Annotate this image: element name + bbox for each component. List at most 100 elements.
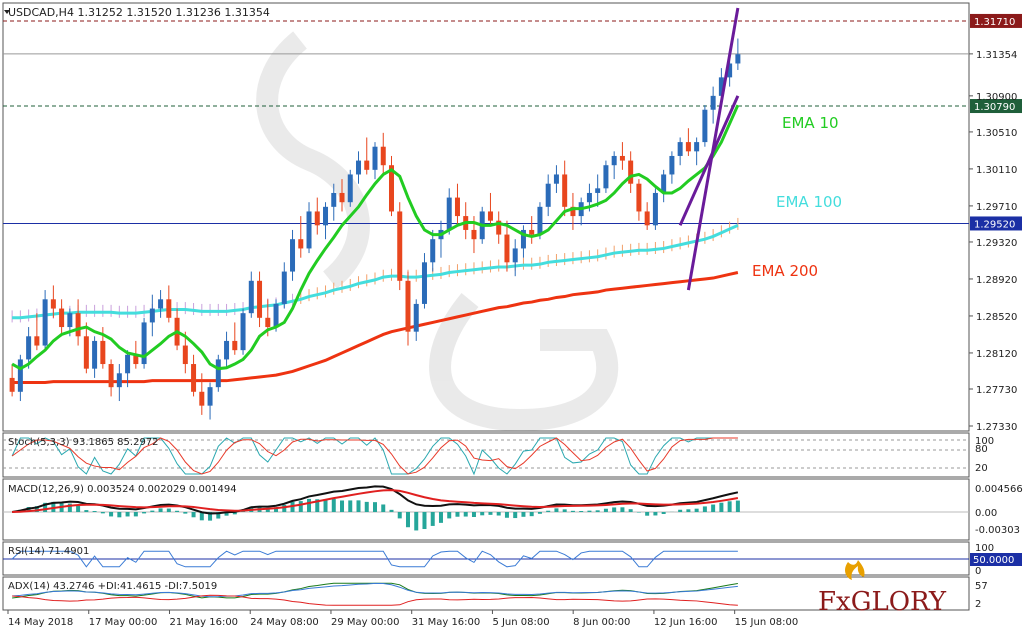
macd-histogram-bar (348, 500, 353, 512)
macd-histogram-bar (471, 512, 476, 517)
candle-body (248, 280, 254, 314)
macd-histogram-bar (298, 501, 303, 512)
macd-histogram-bar (529, 512, 534, 517)
rsi-header: RSI(14) 71.4901 (8, 546, 89, 557)
macd-histogram-bar (117, 512, 122, 518)
x-tick-label-0: 14 May 2018 (8, 617, 73, 628)
macd-histogram-bar (488, 512, 493, 515)
stoch-header: Stoch(5,3,3) 93.1865 85.2972 (8, 437, 159, 448)
x-tick-label-2: 21 May 16:00 (169, 617, 238, 628)
candle-body (199, 391, 205, 406)
macd-histogram-bar (504, 512, 509, 518)
candle-body (487, 211, 493, 221)
candle-body (108, 364, 114, 388)
main-panel (2, 2, 970, 432)
macd-histogram-bar (150, 510, 155, 512)
candle (397, 202, 403, 291)
macd-histogram-bar (430, 512, 435, 526)
macd-histogram-bar (381, 504, 386, 512)
candle-body (100, 340, 106, 365)
candle-body (92, 340, 98, 369)
macd-axis-zero: 0.00 (975, 508, 997, 519)
macd-histogram-bar (636, 512, 641, 513)
macd-histogram-bar (628, 509, 633, 512)
x-tick-label-8: 12 Jun 16:00 (654, 617, 718, 628)
candle-body (257, 280, 263, 318)
macd-histogram-bar (183, 512, 188, 514)
candle-body (331, 192, 337, 207)
candle-body (562, 174, 568, 207)
rsi-axis-0: 0 (975, 566, 981, 577)
macd-histogram-bar (480, 512, 485, 516)
price-tick-label-1: 1.31354 (976, 50, 1017, 61)
candle-body (611, 155, 617, 166)
chart-header: USDCAD,H4 1.31252 1.31520 1.31236 1.3135… (8, 6, 270, 19)
macd-header: MACD(12,26,9) 0.003524 0.002029 0.001494 (8, 484, 237, 495)
candle-body (619, 155, 625, 161)
macd-histogram-bar (125, 512, 130, 517)
macd-histogram-bar (373, 502, 377, 512)
candle (141, 317, 147, 369)
macd-histogram-bar (364, 501, 369, 512)
candle-body (413, 303, 419, 332)
macd-histogram-bar (702, 506, 707, 512)
candle-body (421, 262, 427, 304)
macd-histogram-bar (521, 512, 526, 517)
candle-body (644, 211, 650, 226)
chart-svg: USDCAD,H4 1.31252 1.31520 1.31236 1.3135… (2, 2, 1023, 628)
logo-text: FxGLORY (818, 587, 947, 617)
price-tick-label-5: 1.30110 (976, 165, 1017, 176)
macd-histogram-bar (513, 512, 518, 519)
x-tick-label-3: 24 May 08:00 (250, 617, 319, 628)
x-tick-label-7: 8 Jun 00:00 (573, 617, 630, 628)
macd-histogram-bar (537, 512, 542, 514)
macd-histogram-bar (142, 512, 147, 514)
candle-body (380, 146, 386, 166)
rsi-marker-label: 50.0000 (973, 555, 1014, 566)
macd-histogram-bar (595, 510, 600, 512)
macd-histogram-bar (307, 498, 312, 512)
candle (702, 105, 708, 147)
macd-histogram-bar (389, 509, 394, 512)
candle-body (603, 165, 609, 189)
candle-body (9, 377, 15, 392)
macd-histogram-bar (340, 500, 345, 512)
candle-body (454, 197, 460, 217)
candle (240, 308, 246, 355)
price-tick-label-4: 1.30510 (976, 128, 1017, 139)
price-tick-label-10: 1.28520 (976, 312, 1017, 323)
macd-histogram-bar (331, 499, 336, 512)
candle-body (537, 206, 543, 235)
macd-histogram-bar (158, 508, 163, 512)
candle-body (240, 313, 246, 351)
macd-histogram-bar (554, 508, 559, 512)
macd-histogram-bar (76, 505, 81, 512)
price-tick-label-9: 1.28920 (976, 275, 1017, 286)
macd-histogram-bar (405, 512, 410, 528)
macd-histogram-bar (438, 512, 443, 523)
adx-axis-2: 2 (975, 599, 981, 610)
candle-body (471, 229, 477, 240)
candle (652, 188, 658, 230)
macd-histogram-bar (397, 512, 402, 519)
candle-body (50, 299, 56, 309)
candle-body (405, 280, 411, 332)
macd-histogram-bar (356, 500, 361, 512)
price-tick-label-2: 1.30900 (976, 92, 1017, 103)
candle-body (430, 239, 436, 263)
macd-histogram-bar (727, 501, 732, 512)
candle-body (553, 174, 559, 184)
macd-histogram-bar (735, 500, 740, 512)
macd-histogram-bar (587, 510, 592, 512)
candle-body (694, 142, 700, 152)
candle-body (339, 192, 345, 203)
stoch-axis-80: 80 (975, 444, 988, 455)
macd-histogram-bar (282, 504, 287, 512)
candle-body (446, 197, 452, 230)
candle-body (207, 387, 213, 406)
candle-body (685, 142, 691, 152)
candle-body (158, 299, 164, 309)
candle-body (67, 313, 73, 328)
price-tick-label-13: 1.27330 (976, 422, 1017, 433)
macd-histogram-bar (711, 504, 716, 512)
